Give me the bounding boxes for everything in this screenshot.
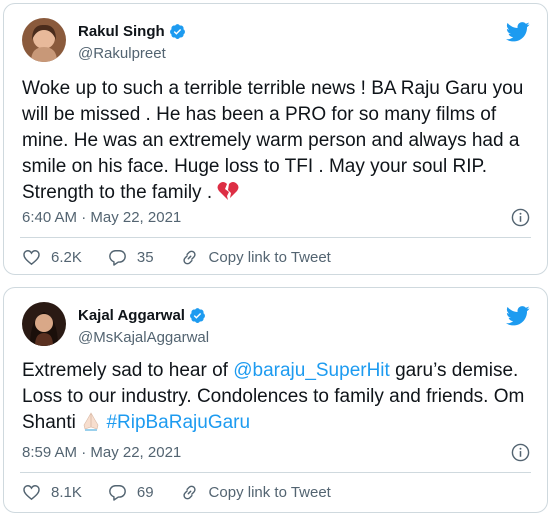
like-count: 8.1K bbox=[51, 484, 82, 501]
like-button[interactable]: 8.1K bbox=[22, 483, 82, 502]
like-button[interactable]: 6.2K bbox=[22, 248, 82, 267]
copy-link-label: Copy link to Tweet bbox=[208, 249, 331, 266]
reply-button[interactable]: 35 bbox=[108, 248, 154, 267]
tweet-text: Woke up to such a terrible terrible news… bbox=[22, 78, 524, 203]
hashtag-link[interactable]: #RipBaRajuGaru bbox=[106, 412, 250, 433]
tweet-actions: 6.2K 35 Copy link to Tweet bbox=[22, 248, 331, 267]
avatar[interactable] bbox=[22, 302, 66, 346]
info-icon[interactable] bbox=[511, 443, 530, 462]
reply-count: 35 bbox=[136, 249, 154, 266]
author-handle[interactable]: @Rakulpreet bbox=[78, 45, 166, 62]
like-count: 6.2K bbox=[51, 249, 82, 266]
author-name[interactable]: Kajal Aggarwal bbox=[78, 307, 185, 324]
reply-icon bbox=[108, 250, 126, 266]
heart-icon bbox=[23, 485, 40, 501]
twitter-logo-icon[interactable] bbox=[506, 306, 530, 326]
copy-link-button[interactable]: Copy link to Tweet bbox=[180, 248, 331, 267]
copy-link-button[interactable]: Copy link to Tweet bbox=[180, 483, 331, 502]
tweet-timestamp[interactable]: 6:40 AM · May 22, 2021 bbox=[22, 209, 181, 226]
verified-badge-icon bbox=[169, 24, 185, 39]
copy-link-label: Copy link to Tweet bbox=[208, 484, 331, 501]
link-icon bbox=[182, 250, 196, 265]
verified-badge-icon bbox=[190, 308, 205, 323]
reply-icon bbox=[108, 485, 126, 501]
info-icon[interactable] bbox=[511, 208, 530, 227]
tweet-card[interactable]: Kajal Aggarwal @MsKajalAggarwal Extremel… bbox=[3, 287, 548, 513]
reply-button[interactable]: 69 bbox=[108, 483, 154, 502]
tweet-card[interactable]: Rakul Singh @Rakulpreet Woke up to such … bbox=[3, 3, 548, 275]
tweet-text: Extremely sad to hear of @baraju_SuperHi… bbox=[22, 360, 525, 433]
tweet-actions: 8.1K 69 Copy link to Tweet bbox=[22, 483, 331, 502]
mention-link[interactable]: @baraju_SuperHit bbox=[233, 360, 390, 381]
broken-heart-emoji-icon bbox=[217, 182, 239, 200]
author-handle[interactable]: @MsKajalAggarwal bbox=[78, 329, 209, 346]
twitter-logo-icon[interactable] bbox=[506, 22, 530, 42]
divider bbox=[20, 472, 531, 473]
heart-icon bbox=[23, 250, 40, 266]
link-icon bbox=[182, 485, 196, 500]
folded-hands-emoji-icon bbox=[83, 412, 99, 431]
avatar[interactable] bbox=[22, 18, 66, 62]
author-name[interactable]: Rakul Singh bbox=[78, 23, 165, 40]
divider bbox=[20, 237, 531, 238]
reply-count: 69 bbox=[136, 484, 154, 501]
tweet-timestamp[interactable]: 8:59 AM · May 22, 2021 bbox=[22, 444, 181, 461]
